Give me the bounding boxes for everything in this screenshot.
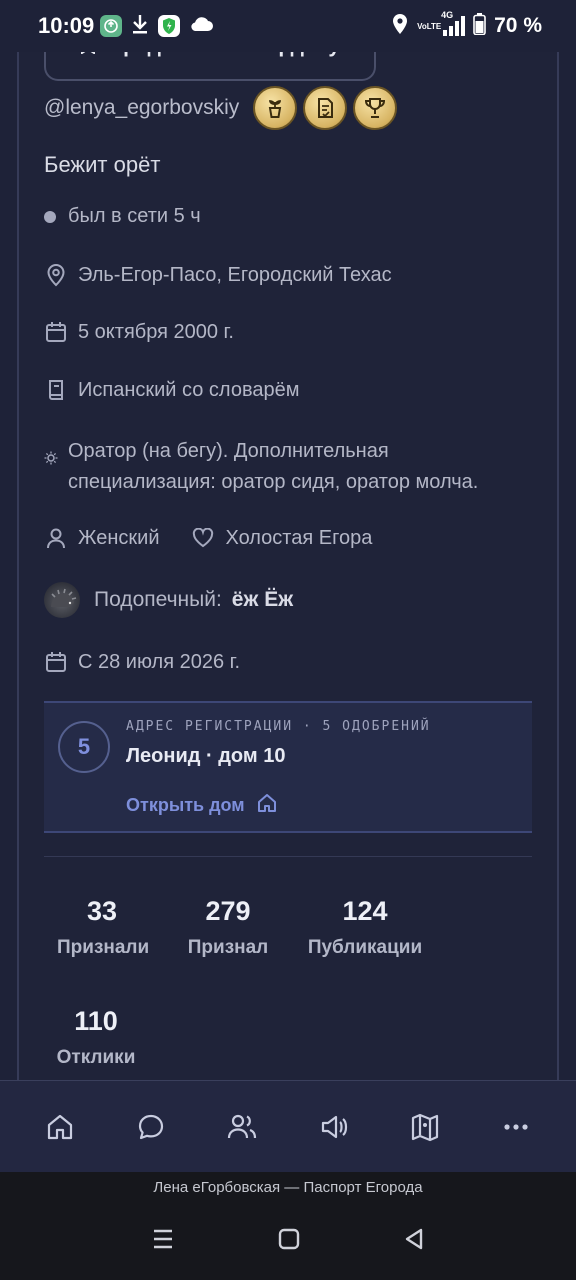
shield-app-icon (158, 15, 181, 37)
location-text: Эль-Егор-Пасо, Егородский Техас (78, 263, 392, 286)
download-icon (130, 13, 150, 40)
open-house-link[interactable]: Открыть дом (126, 793, 277, 818)
online-status-row: был в сети 5 ч (44, 205, 201, 228)
online-dot-icon (44, 210, 56, 223)
registration-label: АДРЕС РЕГИСТРАЦИИ · 5 ОДОБРЕНИЙ (126, 719, 431, 734)
specialization-text: Оратор (на бегу). Дополнительная специал… (68, 440, 479, 493)
status-bar: 10:09 VoLTE 4G 70 % (0, 0, 576, 52)
signal-icon: 4G (441, 10, 466, 36)
user-handle: @lenya_egorbovskiy (44, 96, 240, 119)
hedgehog-avatar[interactable] (44, 582, 80, 618)
footer-text: Лена еГорбовская — Паспорт Егорода (153, 1178, 423, 1196)
online-status: был в сети 5 ч (68, 205, 201, 227)
sync-app-icon (100, 15, 123, 37)
stat-responses[interactable]: 110 Отклики (55, 1006, 137, 1069)
plant-badge-icon[interactable] (253, 86, 298, 130)
location-row: Эль-Егор-Пасо, Егородский Техас (44, 263, 392, 287)
home-icon[interactable] (35, 1102, 85, 1152)
stat-label: Признали (57, 937, 150, 958)
stat-recognized-by[interactable]: 33 Признали (57, 896, 150, 959)
status-time: 10:09 (38, 13, 95, 38)
ward-row[interactable]: Подопечный: ёж Ёж (44, 582, 293, 618)
stat-value: 124 (342, 896, 388, 926)
since-text: С 28 июля 2026 г. (78, 650, 241, 673)
people-icon[interactable] (217, 1102, 267, 1152)
handle-row: @lenya_egorbovskiy (44, 86, 398, 130)
home-button-icon[interactable] (277, 1227, 301, 1256)
specialization-row: Оратор (на бегу). Дополнительная специал… (44, 436, 534, 498)
gender-relationship-row: Женский Холостая Егора (44, 526, 372, 550)
megaphone-icon[interactable] (309, 1102, 359, 1152)
stat-publications[interactable]: 124 Публикации (306, 896, 424, 959)
stat-value: 33 (86, 896, 118, 926)
bio-text: Бежит орёт (44, 152, 161, 177)
bottom-nav (0, 1080, 576, 1172)
calendar-icon (44, 320, 68, 344)
heart-icon (191, 526, 215, 550)
notification-icons (100, 13, 214, 40)
battery-percent: 70 % (494, 14, 542, 37)
open-house-label: Открыть дом (126, 795, 245, 815)
registration-title: Леонид · дом 10 (126, 745, 286, 767)
battery-icon (473, 12, 486, 40)
relationship-text: Холостая Егора (225, 526, 373, 549)
document-badge-icon[interactable] (303, 86, 348, 130)
registration-number: 5 (58, 721, 110, 773)
app-title-footer: Лена еГорбовская — Паспорт Егорода (0, 1172, 576, 1202)
chat-icon[interactable] (126, 1102, 176, 1152)
house-icon (257, 793, 277, 818)
map-icon[interactable] (400, 1102, 450, 1152)
stat-label: Признал (187, 937, 269, 958)
language-text: Испанский со словарём (78, 378, 300, 401)
language-row: Испанский со словарём (44, 378, 299, 402)
stat-recognized[interactable]: 279 Признал (185, 896, 271, 959)
status-indicators: VoLTE 4G 70 % (391, 10, 542, 40)
gender-text: Женский (78, 526, 160, 549)
map-pin-icon (44, 263, 68, 287)
system-nav-bar (0, 1202, 576, 1280)
stat-value: 110 (74, 1006, 118, 1036)
ward-label: Подопечный: (94, 588, 222, 611)
gear-icon (44, 451, 58, 465)
stat-label: Отклики (56, 1047, 136, 1068)
ward-name-link[interactable]: ёж Ёж (232, 588, 293, 612)
stat-label: Публикации (307, 937, 423, 958)
book-icon (44, 378, 68, 402)
back-icon[interactable] (403, 1227, 425, 1256)
location-icon (391, 13, 409, 40)
birthday-row: 5 октября 2000 г. (44, 320, 234, 344)
calendar-icon (44, 650, 68, 674)
divider (44, 856, 532, 857)
registration-card: 5 АДРЕС РЕГИСТРАЦИИ · 5 ОДОБРЕНИЙ Леонид… (44, 701, 532, 833)
birthday-text: 5 октября 2000 г. (78, 320, 234, 343)
more-icon[interactable] (491, 1102, 541, 1152)
cloud-icon (188, 15, 214, 38)
trophy-badge-icon[interactable] (353, 86, 398, 130)
since-row: С 28 июля 2026 г. (44, 650, 240, 674)
stat-value: 279 (205, 896, 251, 926)
volte-icon: VoLTE (417, 21, 442, 31)
person-icon (44, 526, 68, 550)
network-type: 4G (441, 10, 454, 20)
recent-apps-icon[interactable] (151, 1228, 175, 1255)
